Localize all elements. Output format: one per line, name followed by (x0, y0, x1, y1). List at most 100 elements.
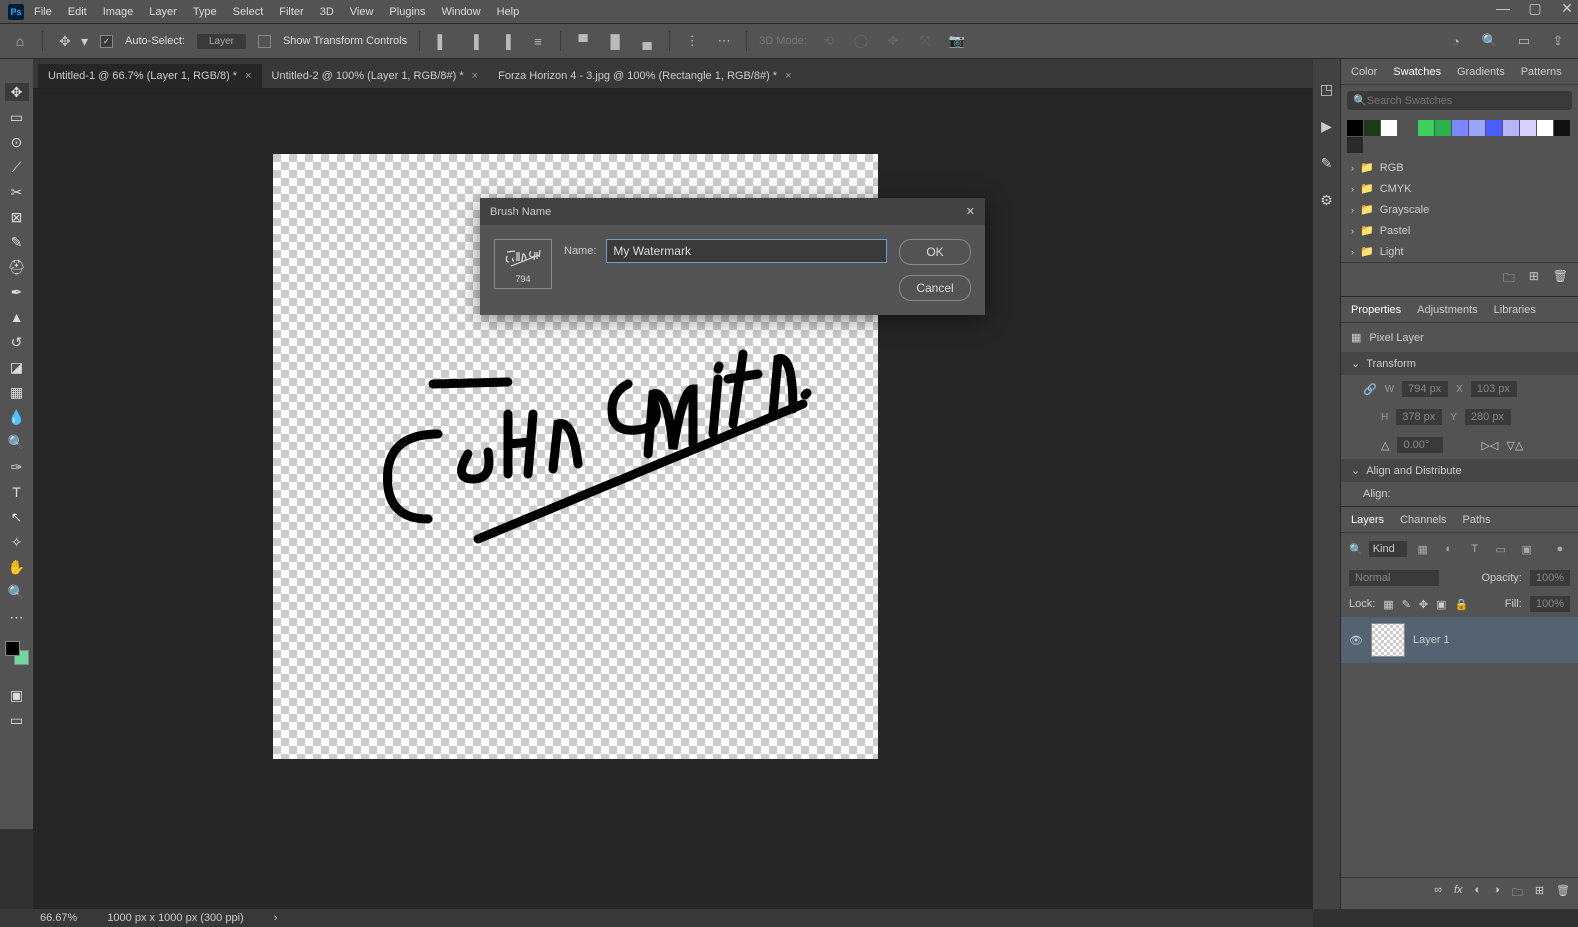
visibility-icon[interactable]: 👁 (1349, 634, 1363, 647)
tool-dropdown-icon[interactable]: ▾ (81, 33, 88, 50)
autoselect-checkbox[interactable]: ✓ (100, 35, 113, 48)
dodge-tool[interactable]: 🔍 (5, 433, 29, 451)
tab-adjustments[interactable]: Adjustments (1417, 304, 1478, 316)
swatch-group-rgb[interactable]: ›📁 RGB (1341, 157, 1578, 178)
tab-patterns[interactable]: Patterns (1521, 66, 1562, 78)
zoom-level[interactable]: 66.67% (40, 912, 77, 924)
share-icon[interactable]: ⇪ (1548, 31, 1568, 51)
angle-field[interactable]: 0.00° (1397, 437, 1443, 453)
swatch-chip[interactable] (1452, 120, 1468, 136)
status-arrow-icon[interactable]: › (274, 912, 278, 924)
lasso-tool[interactable]: ⊙ (5, 133, 29, 151)
showtransform-checkbox[interactable] (258, 35, 271, 48)
menu-help[interactable]: Help (497, 6, 520, 18)
heal-tool[interactable]: ⛑ (5, 258, 29, 276)
cloud-doc-icon[interactable]: ◔ (1446, 31, 1466, 51)
more-align-icon[interactable]: ⋯ (714, 31, 734, 51)
group-icon[interactable]: 🗀 (1512, 884, 1523, 903)
swatch-chip[interactable] (1469, 120, 1485, 136)
width-field[interactable]: 794 px (1402, 381, 1448, 397)
x-field[interactable]: 103 px (1471, 381, 1517, 397)
swatch-trash-icon[interactable]: 🗑 (1553, 269, 1568, 290)
swatch-search[interactable]: 🔍 (1347, 91, 1572, 110)
search-icon[interactable]: 🔍 (1480, 31, 1500, 51)
workspace-icon[interactable]: ▭ (1514, 31, 1534, 51)
swatch-new-icon[interactable]: ⊞ (1529, 269, 1539, 290)
swatch-chip[interactable] (1520, 120, 1536, 136)
swatch-chip[interactable] (1347, 137, 1363, 153)
brushes-panel-icon[interactable]: ✎ (1321, 155, 1333, 172)
swatch-chip[interactable] (1381, 120, 1397, 136)
swatch-chip[interactable] (1537, 120, 1553, 136)
align-hcenter-icon[interactable]: ▐ (464, 31, 484, 51)
brush-name-input[interactable] (606, 239, 887, 263)
swatch-search-input[interactable] (1367, 95, 1566, 107)
stamp-tool[interactable]: ▲ (5, 308, 29, 326)
menu-plugins[interactable]: Plugins (389, 6, 425, 18)
y-field[interactable]: 280 px (1465, 409, 1511, 425)
align-vcenter-icon[interactable]: █ (605, 31, 625, 51)
filter-pixel-icon[interactable]: ▦ (1413, 539, 1433, 559)
swatch-chip[interactable] (1435, 120, 1451, 136)
fill-field[interactable]: 100% (1530, 596, 1570, 612)
filter-toggle-icon[interactable]: ● (1550, 539, 1570, 559)
align-section[interactable]: ⌄Align and Distribute (1341, 459, 1578, 482)
filter-smart-icon[interactable]: ▣ (1517, 539, 1537, 559)
menu-image[interactable]: Image (103, 6, 134, 18)
type-tool[interactable]: T (5, 483, 29, 501)
tab-swatches[interactable]: Swatches (1393, 66, 1441, 78)
brush-tool[interactable]: ✒ (5, 283, 29, 301)
tab-untitled1[interactable]: Untitled-1 @ 66.7% (Layer 1, RGB/8) *× (38, 64, 262, 88)
layer-row[interactable]: 👁 Layer 1 (1341, 617, 1578, 663)
color-swatch[interactable] (5, 641, 29, 665)
crop-tool[interactable]: ✂ (5, 183, 29, 201)
actions-panel-icon[interactable]: ▶ (1321, 118, 1332, 135)
screenmode-icon[interactable]: ▭ (5, 711, 29, 729)
eraser-tool[interactable]: ◪ (5, 358, 29, 376)
distribute-h-icon[interactable]: ≡ (528, 31, 548, 51)
minimize-icon[interactable]: — (1496, 2, 1510, 16)
height-field[interactable]: 378 px (1396, 409, 1442, 425)
history-panel-icon[interactable]: ◳ (1320, 81, 1333, 98)
tab-close-icon[interactable]: × (245, 70, 251, 82)
filter-type-icon[interactable]: T (1465, 539, 1485, 559)
move-tool[interactable]: ✥ (5, 83, 29, 101)
blend-mode[interactable]: Normal (1349, 570, 1439, 586)
tab-close-icon[interactable]: × (785, 70, 791, 82)
history-brush-tool[interactable]: ↺ (5, 333, 29, 351)
mask-icon[interactable]: ◐ (1475, 884, 1482, 903)
swatch-chip[interactable] (1554, 120, 1570, 136)
pen-tool[interactable]: ✑ (5, 458, 29, 476)
lock-pixels-icon[interactable]: ✎ (1402, 598, 1411, 611)
link-layers-icon[interactable]: ∞ (1434, 884, 1442, 903)
quickmask-icon[interactable]: ▣ (5, 686, 29, 704)
menu-type[interactable]: Type (193, 6, 217, 18)
align-top-icon[interactable]: ▀ (573, 31, 593, 51)
tab-properties[interactable]: Properties (1351, 304, 1401, 316)
align-bottom-icon[interactable]: ▄ (637, 31, 657, 51)
lock-artboard-icon[interactable]: ▣ (1436, 598, 1446, 611)
flip-h-icon[interactable]: ▷◁ (1481, 439, 1498, 452)
flip-v-icon[interactable]: ▽△ (1506, 439, 1523, 452)
maximize-icon[interactable]: ▢ (1528, 2, 1542, 16)
swatch-chip[interactable] (1503, 120, 1519, 136)
swatch-folder-icon[interactable]: 🗀 (1503, 269, 1515, 290)
cancel-button[interactable]: Cancel (899, 275, 971, 301)
swatch-chip[interactable] (1364, 120, 1380, 136)
dialog-close-icon[interactable]: ✕ (966, 205, 975, 218)
delete-layer-icon[interactable]: 🗑 (1556, 884, 1570, 903)
shape-tool[interactable]: ✧ (5, 533, 29, 551)
lock-transparency-icon[interactable]: ▦ (1383, 598, 1393, 611)
zoom-tool[interactable]: 🔍 (5, 583, 29, 601)
tab-untitled2[interactable]: Untitled-2 @ 100% (Layer 1, RGB/8#) *× (262, 64, 489, 88)
swatch-group-grayscale[interactable]: ›📁 Grayscale (1341, 199, 1578, 220)
marquee-tool[interactable]: ▭ (5, 108, 29, 126)
new-layer-icon[interactable]: ⊞ (1535, 884, 1544, 903)
close-icon[interactable]: ✕ (1560, 2, 1574, 16)
swatch-chip[interactable] (1486, 120, 1502, 136)
tab-color[interactable]: Color (1351, 66, 1377, 78)
path-tool[interactable]: ↖ (5, 508, 29, 526)
adjustment-icon[interactable]: ◑ (1493, 884, 1500, 903)
menu-3d[interactable]: 3D (320, 6, 334, 18)
filter-shape-icon[interactable]: ▭ (1491, 539, 1511, 559)
